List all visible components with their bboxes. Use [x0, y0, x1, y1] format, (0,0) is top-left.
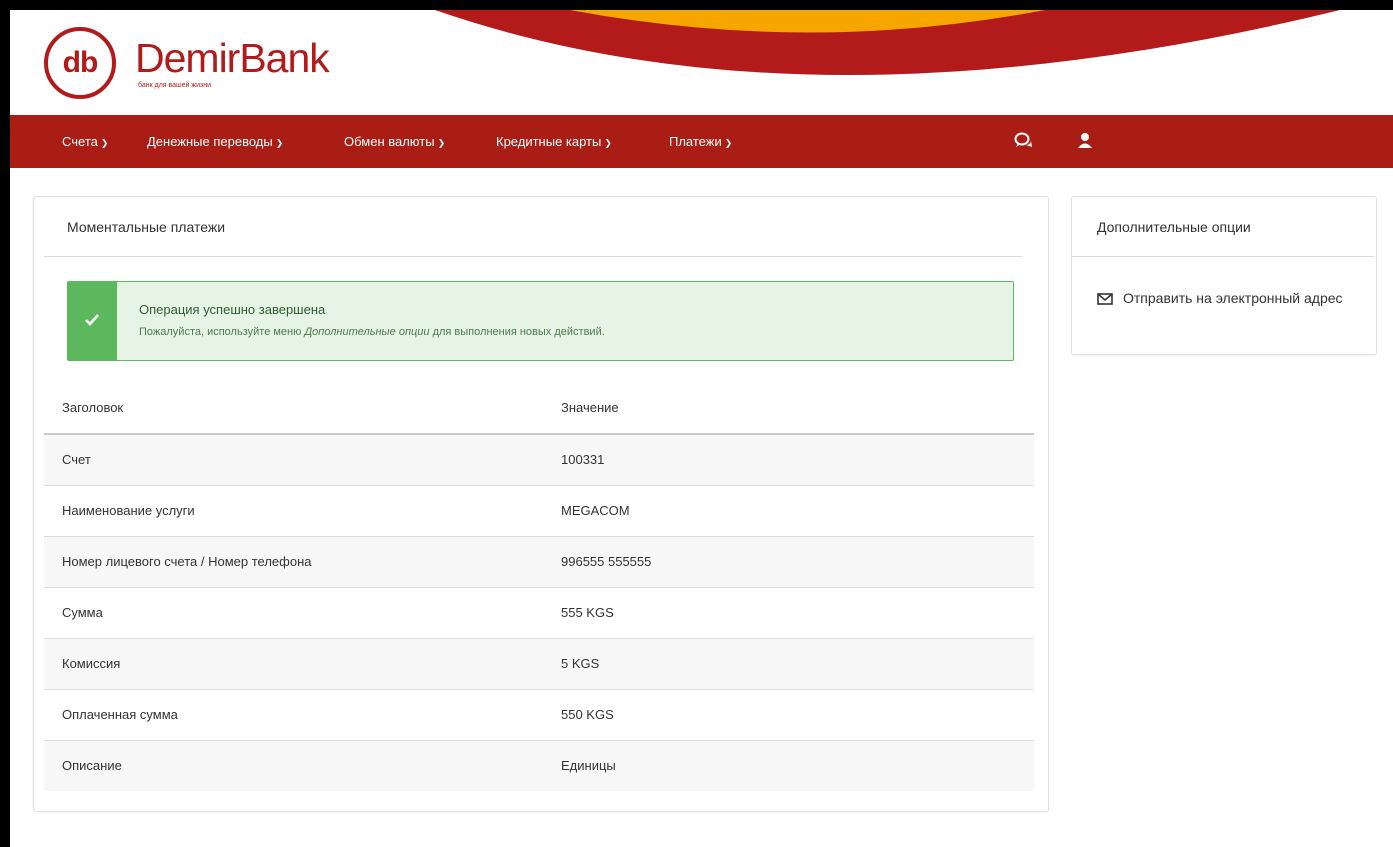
- main-navbar: Счета ❯ Денежные переводы ❯ Обмен валюты ❯ …: [10, 115, 1393, 168]
- site-header: db DemirBank банк для вашей жизни: [10, 10, 1393, 115]
- alert-text-start: Пожалуйста, используйте меню: [139, 326, 305, 338]
- chevron-down-icon: ❯: [437, 138, 446, 148]
- column-header-value: Значение: [561, 400, 619, 415]
- row-value: 550 KGS: [561, 707, 614, 722]
- table-row: Наименование услуги MEGACOM: [44, 486, 1034, 537]
- side-panel-title: Дополнительные опции: [1097, 219, 1251, 235]
- row-label: Наименование услуги: [62, 503, 195, 518]
- row-label: Номер лицевого счета / Номер телефона: [62, 554, 312, 569]
- window-frame-left: [0, 0, 10, 847]
- row-value: Единицы: [561, 758, 616, 773]
- chevron-down-icon: ❯: [100, 138, 109, 148]
- chevron-down-icon: ❯: [604, 138, 612, 148]
- side-panel-divider: [1072, 256, 1374, 257]
- panel-divider: [44, 256, 1022, 257]
- table-row: Комиссия 5 KGS: [44, 639, 1034, 690]
- brand-slogan: банк для вашей жизни: [138, 82, 211, 89]
- nav-item-transfers[interactable]: Денежные переводы ❯: [147, 115, 283, 168]
- row-value: 555 KGS: [561, 605, 614, 620]
- row-value: 996555 555555: [561, 554, 652, 569]
- nav-item-label: Кредитные карты: [496, 134, 602, 149]
- table-row: Счет 100331: [44, 435, 1034, 486]
- payment-details-table: Заголовок Значение Счет 100331 Наименова…: [44, 383, 1034, 791]
- send-email-option[interactable]: Отправить на электронный адрес: [1097, 287, 1357, 310]
- table-row: Описание Единицы: [44, 741, 1034, 791]
- table-row: Номер лицевого счета / Номер телефона 99…: [44, 537, 1034, 588]
- row-label: Описание: [62, 758, 122, 773]
- row-label: Счет: [62, 452, 91, 467]
- page-title: Моментальные платежи: [67, 219, 226, 235]
- nav-item-credit-cards[interactable]: Кредитные карты ❯: [496, 115, 612, 168]
- chevron-down-icon: ❯: [724, 138, 733, 148]
- row-label: Сумма: [62, 605, 103, 620]
- nav-item-label: Обмен валюты: [344, 134, 435, 149]
- brand-name[interactable]: DemirBank: [135, 38, 330, 79]
- row-value: MEGACOM: [561, 503, 630, 518]
- chat-icon[interactable]: [1013, 130, 1035, 152]
- alert-text: Пожалуйста, используйте меню Дополнитель…: [139, 326, 605, 338]
- check-icon: [85, 314, 99, 326]
- table-row: Оплаченная сумма 550 KGS: [44, 690, 1034, 741]
- chevron-down-icon: ❯: [275, 138, 284, 148]
- nav-item-accounts[interactable]: Счета ❯: [62, 115, 108, 168]
- nav-item-exchange[interactable]: Обмен валюты ❯: [344, 115, 445, 168]
- window-frame-top: [0, 0, 1393, 10]
- table-header-row: Заголовок Значение: [44, 383, 1034, 435]
- brand-logo-mark[interactable]: db: [44, 27, 116, 99]
- row-label: Комиссия: [62, 656, 121, 671]
- alert-check-box: [68, 282, 117, 360]
- nav-item-label: Денежные переводы: [147, 134, 273, 149]
- nav-item-label: Счета: [62, 134, 98, 149]
- column-header-title: Заголовок: [62, 400, 124, 415]
- row-value: 5 KGS: [561, 656, 600, 671]
- send-email-label: Отправить на электронный адрес: [1123, 290, 1343, 306]
- alert-text-end: для выполнения новых действий.: [429, 326, 605, 338]
- table-row: Сумма 555 KGS: [44, 588, 1034, 639]
- user-icon[interactable]: [1074, 130, 1096, 152]
- alert-text-menu-name: Дополнительные опции: [304, 326, 430, 338]
- success-alert: Операция успешно завершена Пожалуйста, и…: [67, 281, 1014, 361]
- row-label: Оплаченная сумма: [62, 707, 178, 722]
- row-value: 100331: [561, 452, 605, 467]
- nav-item-label: Платежи: [669, 134, 722, 149]
- alert-title: Операция успешно завершена: [139, 302, 326, 317]
- nav-item-payments[interactable]: Платежи ❯: [669, 115, 732, 168]
- mail-icon: [1097, 293, 1113, 305]
